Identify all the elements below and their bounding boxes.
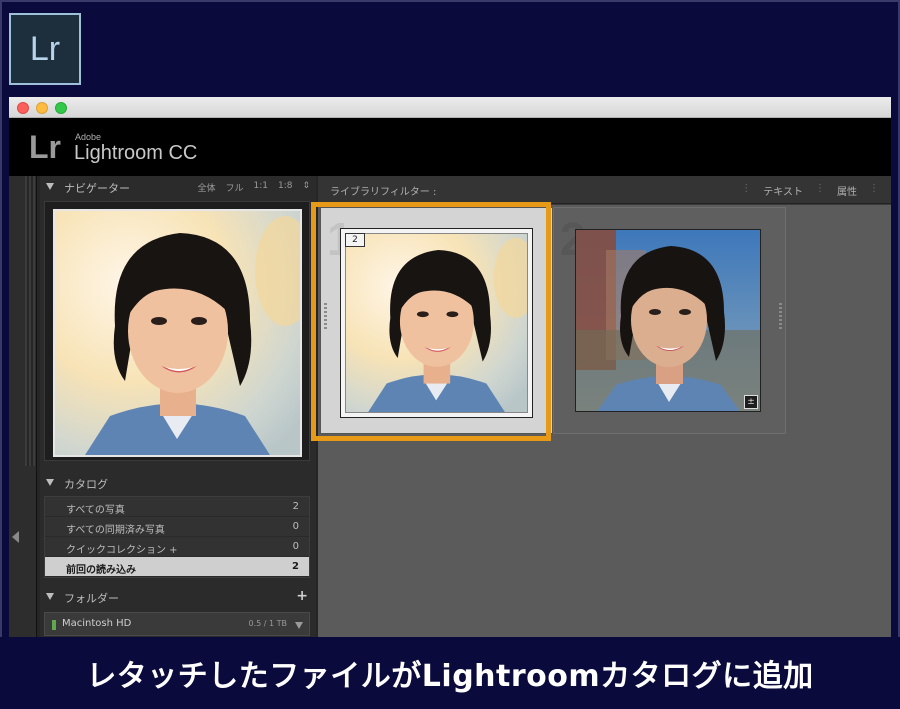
left-panel-strip[interactable] — [9, 176, 37, 637]
disclosure-triangle-icon[interactable] — [46, 183, 54, 190]
filter-text-option[interactable]: テキスト — [763, 183, 803, 198]
catalog-header[interactable]: カタログ — [40, 472, 316, 494]
disk-status-icon — [52, 620, 56, 630]
catalog-item-all-synced[interactable]: すべての同期済み写真 0 — [45, 517, 309, 537]
grid-cell-2[interactable]: 2 ± — [553, 207, 786, 434]
catalog-item-count: 2 — [292, 501, 299, 512]
add-folder-icon[interactable]: + — [296, 588, 308, 604]
left-panel: ナビゲーター 全体 フル 1:1 1:8 ⇕ カタログ すべての写真 2 すべて… — [40, 176, 316, 637]
disk-expand-icon[interactable] — [295, 622, 303, 629]
filter-separator-icon: ⋮ — [869, 183, 879, 194]
panel-grip[interactable] — [25, 176, 35, 466]
filter-attribute-option[interactable]: 属性 — [837, 183, 857, 198]
disclosure-triangle-icon[interactable] — [46, 479, 54, 486]
zoom-option-fit[interactable]: 全体 — [197, 181, 215, 194]
app-window: Lr Adobe Lightroom CC ナビゲーター 全体 フル 1:1 1… — [9, 97, 891, 637]
portrait-image — [55, 211, 300, 455]
catalog-item-label: クイックコレクション + — [66, 545, 178, 556]
navigator-preview[interactable] — [44, 201, 310, 461]
catalog-item-quick-collection[interactable]: クイックコレクション + 0 — [45, 537, 309, 557]
collapse-left-arrow-icon[interactable] — [12, 531, 19, 543]
disk-name: Macintosh HD — [62, 618, 132, 629]
vendor-name: Adobe — [75, 132, 102, 142]
disk-size: 0.5 / 1 TB — [248, 619, 287, 628]
develop-adjustment-icon[interactable]: ± — [744, 395, 758, 409]
lightroom-badge-icon: Lr — [9, 13, 81, 85]
filter-options: ⋮ テキスト ⋮ 属性 ⋮ — [741, 183, 879, 198]
badge-logo-text: Lr — [29, 29, 61, 68]
grid-cell-1[interactable]: 1 2 — [320, 207, 553, 434]
navigator-header[interactable]: ナビゲーター 全体 フル 1:1 1:8 ⇕ — [40, 176, 316, 198]
cell-grip-left — [324, 303, 327, 331]
close-window-button[interactable] — [17, 102, 29, 114]
catalog-list: すべての写真 2 すべての同期済み写真 0 クイックコレクション + 0 前回の… — [44, 496, 310, 578]
library-filter-label: ライブラリフィルター : — [330, 187, 437, 198]
thumbnail-photo[interactable]: ± — [575, 229, 761, 412]
window-titlebar — [9, 97, 891, 118]
zoom-option-1-8[interactable]: 1:8 — [278, 181, 292, 194]
zoom-option-1-1[interactable]: 1:1 — [253, 181, 267, 194]
main-area: ライブラリフィルター : ⋮ テキスト ⋮ 属性 ⋮ 1 2 — [318, 176, 891, 637]
caption-text: レタッチしたファイルがLightroomカタログに追加 — [86, 659, 814, 694]
catalog-item-label: 前回の読み込み — [66, 565, 136, 576]
app-content: ナビゲーター 全体 フル 1:1 1:8 ⇕ カタログ すべての写真 2 すべて… — [9, 176, 891, 637]
product-name: Lightroom CC — [74, 142, 198, 164]
cell-grip-right — [779, 303, 782, 331]
navigator-zoom-options: 全体 フル 1:1 1:8 ⇕ — [197, 181, 310, 194]
catalog-item-count: 0 — [292, 541, 299, 552]
disclosure-triangle-icon[interactable] — [46, 593, 54, 600]
minimize-window-button[interactable] — [36, 102, 48, 114]
navigator-title: ナビゲーター — [64, 182, 130, 195]
portrait-thumbnail-image — [346, 234, 527, 412]
filter-separator-icon: ⋮ — [815, 183, 825, 194]
app-header: Lr Adobe Lightroom CC — [9, 118, 891, 176]
thumbnail-photo[interactable] — [345, 233, 528, 413]
filter-separator-icon: ⋮ — [741, 183, 752, 194]
portrait-thumbnail-image — [576, 230, 760, 411]
navigator-photo[interactable] — [53, 209, 302, 457]
lightroom-logo-icon: Lr — [29, 129, 61, 165]
catalog-item-label: すべての写真 — [66, 505, 125, 516]
stack-count-badge[interactable]: 2 — [345, 233, 365, 247]
catalog-item-all-photos[interactable]: すべての写真 2 — [45, 497, 309, 517]
catalog-item-label: すべての同期済み写真 — [66, 525, 165, 536]
library-filter-bar: ライブラリフィルター : ⋮ テキスト ⋮ 属性 ⋮ — [318, 176, 891, 204]
catalog-item-count: 0 — [292, 521, 299, 532]
photo-grid: 1 2 — [318, 205, 891, 637]
catalog-item-previous-import[interactable]: 前回の読み込み 2 — [45, 557, 309, 577]
caption-bar: レタッチしたファイルがLightroomカタログに追加 — [0, 637, 900, 709]
folders-header[interactable]: フォルダー + — [40, 586, 316, 608]
zoom-option-fill[interactable]: フル — [225, 181, 243, 194]
zoom-window-button[interactable] — [55, 102, 67, 114]
catalog-title: カタログ — [64, 478, 108, 491]
folders-title: フォルダー — [64, 592, 119, 605]
disk-row-macintosh-hd[interactable]: Macintosh HD 0.5 / 1 TB — [44, 612, 310, 636]
thumbnail-frame[interactable]: 2 — [340, 228, 533, 418]
zoom-updown-icon[interactable]: ⇕ — [302, 181, 310, 194]
catalog-item-count: 2 — [292, 561, 299, 572]
